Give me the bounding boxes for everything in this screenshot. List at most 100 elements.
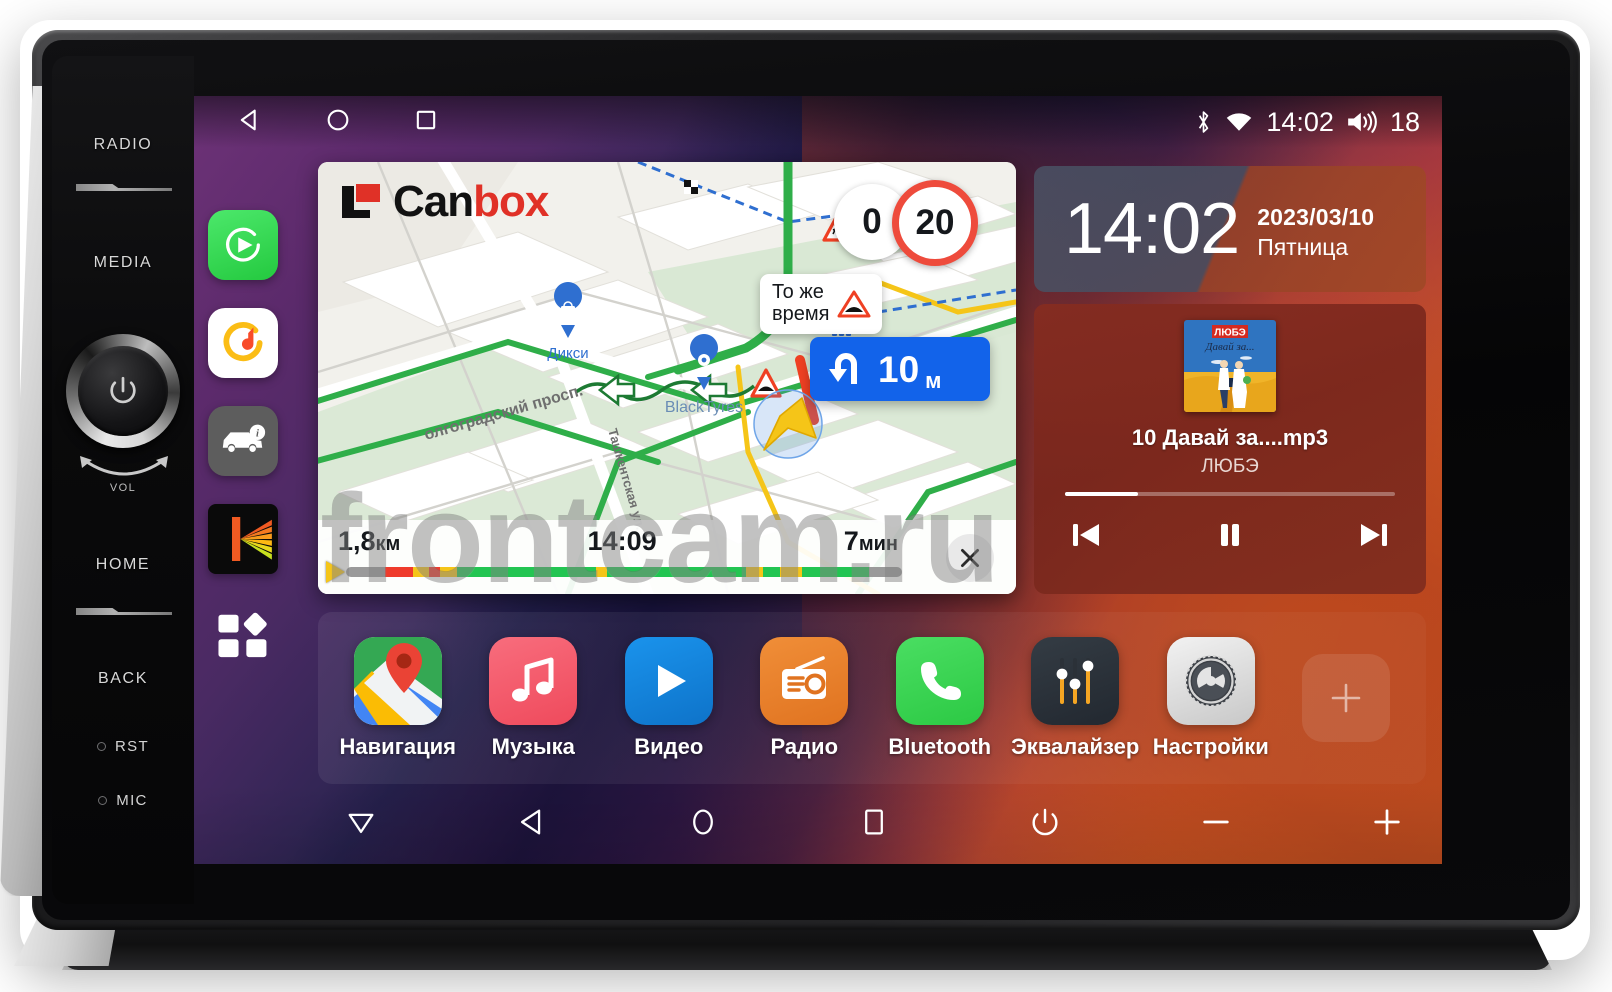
traffic-segment — [457, 567, 597, 577]
map-finish-flag — [684, 180, 698, 194]
brand-box: box — [473, 177, 549, 226]
dock-app-equalizer[interactable]: Эквалайзер — [1008, 636, 1144, 760]
app-rail: i — [208, 210, 278, 672]
back-hardkey[interactable]: BACK — [52, 670, 194, 688]
album-art-image: ЛЮБЭ Давай за... — [1184, 320, 1276, 412]
triangle-down-icon — [348, 813, 374, 833]
dock-label-bluetooth: Bluetooth — [888, 733, 992, 759]
mic-hole-icon — [98, 796, 108, 805]
softnav-home-button[interactable] — [686, 805, 720, 844]
recents-icon — [865, 809, 883, 834]
plus-icon — [1331, 683, 1361, 713]
rail-item-car-info[interactable]: i — [208, 406, 278, 476]
dock-label-video: Видео — [634, 733, 704, 759]
svg-text:Давай за...: Давай за... — [1205, 341, 1255, 353]
tooltip-line-1: То же — [772, 281, 824, 303]
speed-limit-sign: 20 — [892, 180, 978, 266]
phone-icon-tile — [895, 636, 984, 725]
plus-icon — [1374, 808, 1400, 835]
statusbar-recents-button[interactable] — [412, 106, 440, 139]
close-icon — [961, 549, 979, 567]
track-artist: ЛЮБЭ — [1201, 456, 1259, 477]
traffic-segment — [762, 567, 780, 577]
tooltip-text-block: То же время — [772, 281, 830, 325]
sliders-icon — [1056, 657, 1094, 704]
canbox-brand-text: Canbox — [393, 177, 549, 226]
u-turn-left-icon — [829, 353, 857, 384]
statusbar-home-button[interactable] — [324, 106, 352, 139]
dock-app-bluetooth[interactable]: Bluetooth — [872, 636, 1008, 760]
dock-app-video[interactable]: Видео — [601, 636, 737, 760]
rail-item-all-apps[interactable] — [208, 602, 278, 672]
navigation-close-button[interactable] — [946, 534, 994, 582]
playback-progress-bar[interactable] — [1065, 492, 1395, 496]
music-player-widget[interactable]: ЛЮБЭ Давай за... 10 Давай за....mp3 ЛЮБЭ — [1034, 304, 1426, 594]
traffic-segment — [384, 567, 413, 577]
home-slot-line — [76, 608, 172, 615]
svg-text:BlackTyres: BlackTyres — [665, 399, 743, 416]
playback-progress-fill — [1065, 492, 1138, 496]
album-art-lyube: ЛЮБЭ Давай за... — [1184, 320, 1276, 412]
microphone-pinhole: MIC — [52, 792, 194, 809]
softnav-recents-button[interactable] — [857, 805, 891, 844]
tooltip-line-2: время — [772, 302, 830, 325]
skip-previous-icon — [1073, 524, 1099, 546]
recents-icon — [416, 110, 436, 129]
next-track-button[interactable] — [1353, 514, 1395, 561]
traffic-segment — [412, 567, 430, 577]
dock-app-music[interactable]: Музыка — [466, 636, 602, 760]
home-hardkey[interactable]: HOME — [52, 556, 194, 574]
knob-face — [78, 346, 168, 436]
previous-track-button[interactable] — [1065, 514, 1107, 561]
rail-item-kaspersky[interactable] — [208, 504, 278, 574]
statusbar-volume-level: 18 — [1389, 106, 1420, 137]
clock-widget[interactable]: 14:02 2023/03/10 Пятница — [1034, 166, 1426, 292]
rail-item-yandex-music[interactable] — [208, 308, 278, 378]
back-icon — [520, 809, 541, 834]
softnav-power-button[interactable] — [1028, 805, 1062, 844]
dock-app-settings[interactable]: Настройки — [1143, 636, 1279, 760]
statusbar-back-button[interactable] — [236, 106, 264, 139]
traffic-jam-bar[interactable] — [346, 567, 902, 577]
home-icon — [327, 109, 349, 130]
radio-icon — [782, 655, 827, 699]
softnav-collapse-button[interactable] — [344, 805, 378, 844]
screenshot-root: RADIO MEDIA VOL HOME BACK RST MIC 14:02 … — [0, 0, 1612, 992]
softnav-volume-down-button[interactable] — [1199, 805, 1233, 844]
media-hardkey[interactable]: MEDIA — [52, 254, 194, 272]
reset-pinhole[interactable]: RST — [52, 738, 194, 755]
reset-hole-icon — [97, 742, 107, 751]
skip-next-icon — [1361, 524, 1387, 546]
navigation-summary: 1,8км 14:09 7мин — [338, 526, 898, 557]
pause-button[interactable] — [1209, 514, 1251, 561]
maneuver-card: 10 м — [810, 337, 990, 401]
home-icon — [693, 809, 713, 834]
softnav-volume-up-button[interactable] — [1370, 805, 1404, 844]
dock-app-radio[interactable]: Радио — [737, 636, 873, 760]
minus-icon — [1203, 820, 1229, 823]
power-volume-knob[interactable] — [66, 334, 180, 448]
music-icon-tile — [489, 636, 578, 725]
car-info-icon: i — [222, 424, 266, 452]
clock-meta: 2023/03/10 Пятница — [1257, 198, 1374, 261]
eta-same-time-tooltip[interactable]: То же время — [760, 274, 883, 335]
svg-text:i: i — [256, 429, 259, 440]
softnav-back-button[interactable] — [515, 805, 549, 844]
canbox-logo-icon — [342, 184, 380, 218]
navigation-card[interactable]: олгоградский просп. Ташкентская ул. Дикс… — [318, 162, 1016, 594]
clock-date: 2023/03/10 — [1257, 203, 1375, 230]
traffic-segment — [868, 567, 902, 577]
canbox-brand: Canbox — [340, 177, 549, 226]
play-circle-icon — [226, 227, 260, 262]
back-icon — [240, 109, 256, 130]
yandex-music-icon — [223, 322, 263, 362]
dock-app-navigation[interactable]: Навигация — [330, 636, 466, 760]
radio-icon-tile — [760, 636, 849, 725]
statusbar-time: 14:02 — [1266, 106, 1334, 137]
equalizer-icon-tile — [1031, 636, 1120, 725]
dock-add-shortcut-button[interactable] — [1279, 654, 1415, 742]
radio-hardkey[interactable]: RADIO — [52, 136, 194, 154]
maneuver-distance: 10 — [878, 348, 920, 390]
app-dock: Навигация Музыка Видео Радио Bluetooth Э… — [318, 612, 1426, 784]
rail-item-carplay[interactable] — [208, 210, 278, 280]
